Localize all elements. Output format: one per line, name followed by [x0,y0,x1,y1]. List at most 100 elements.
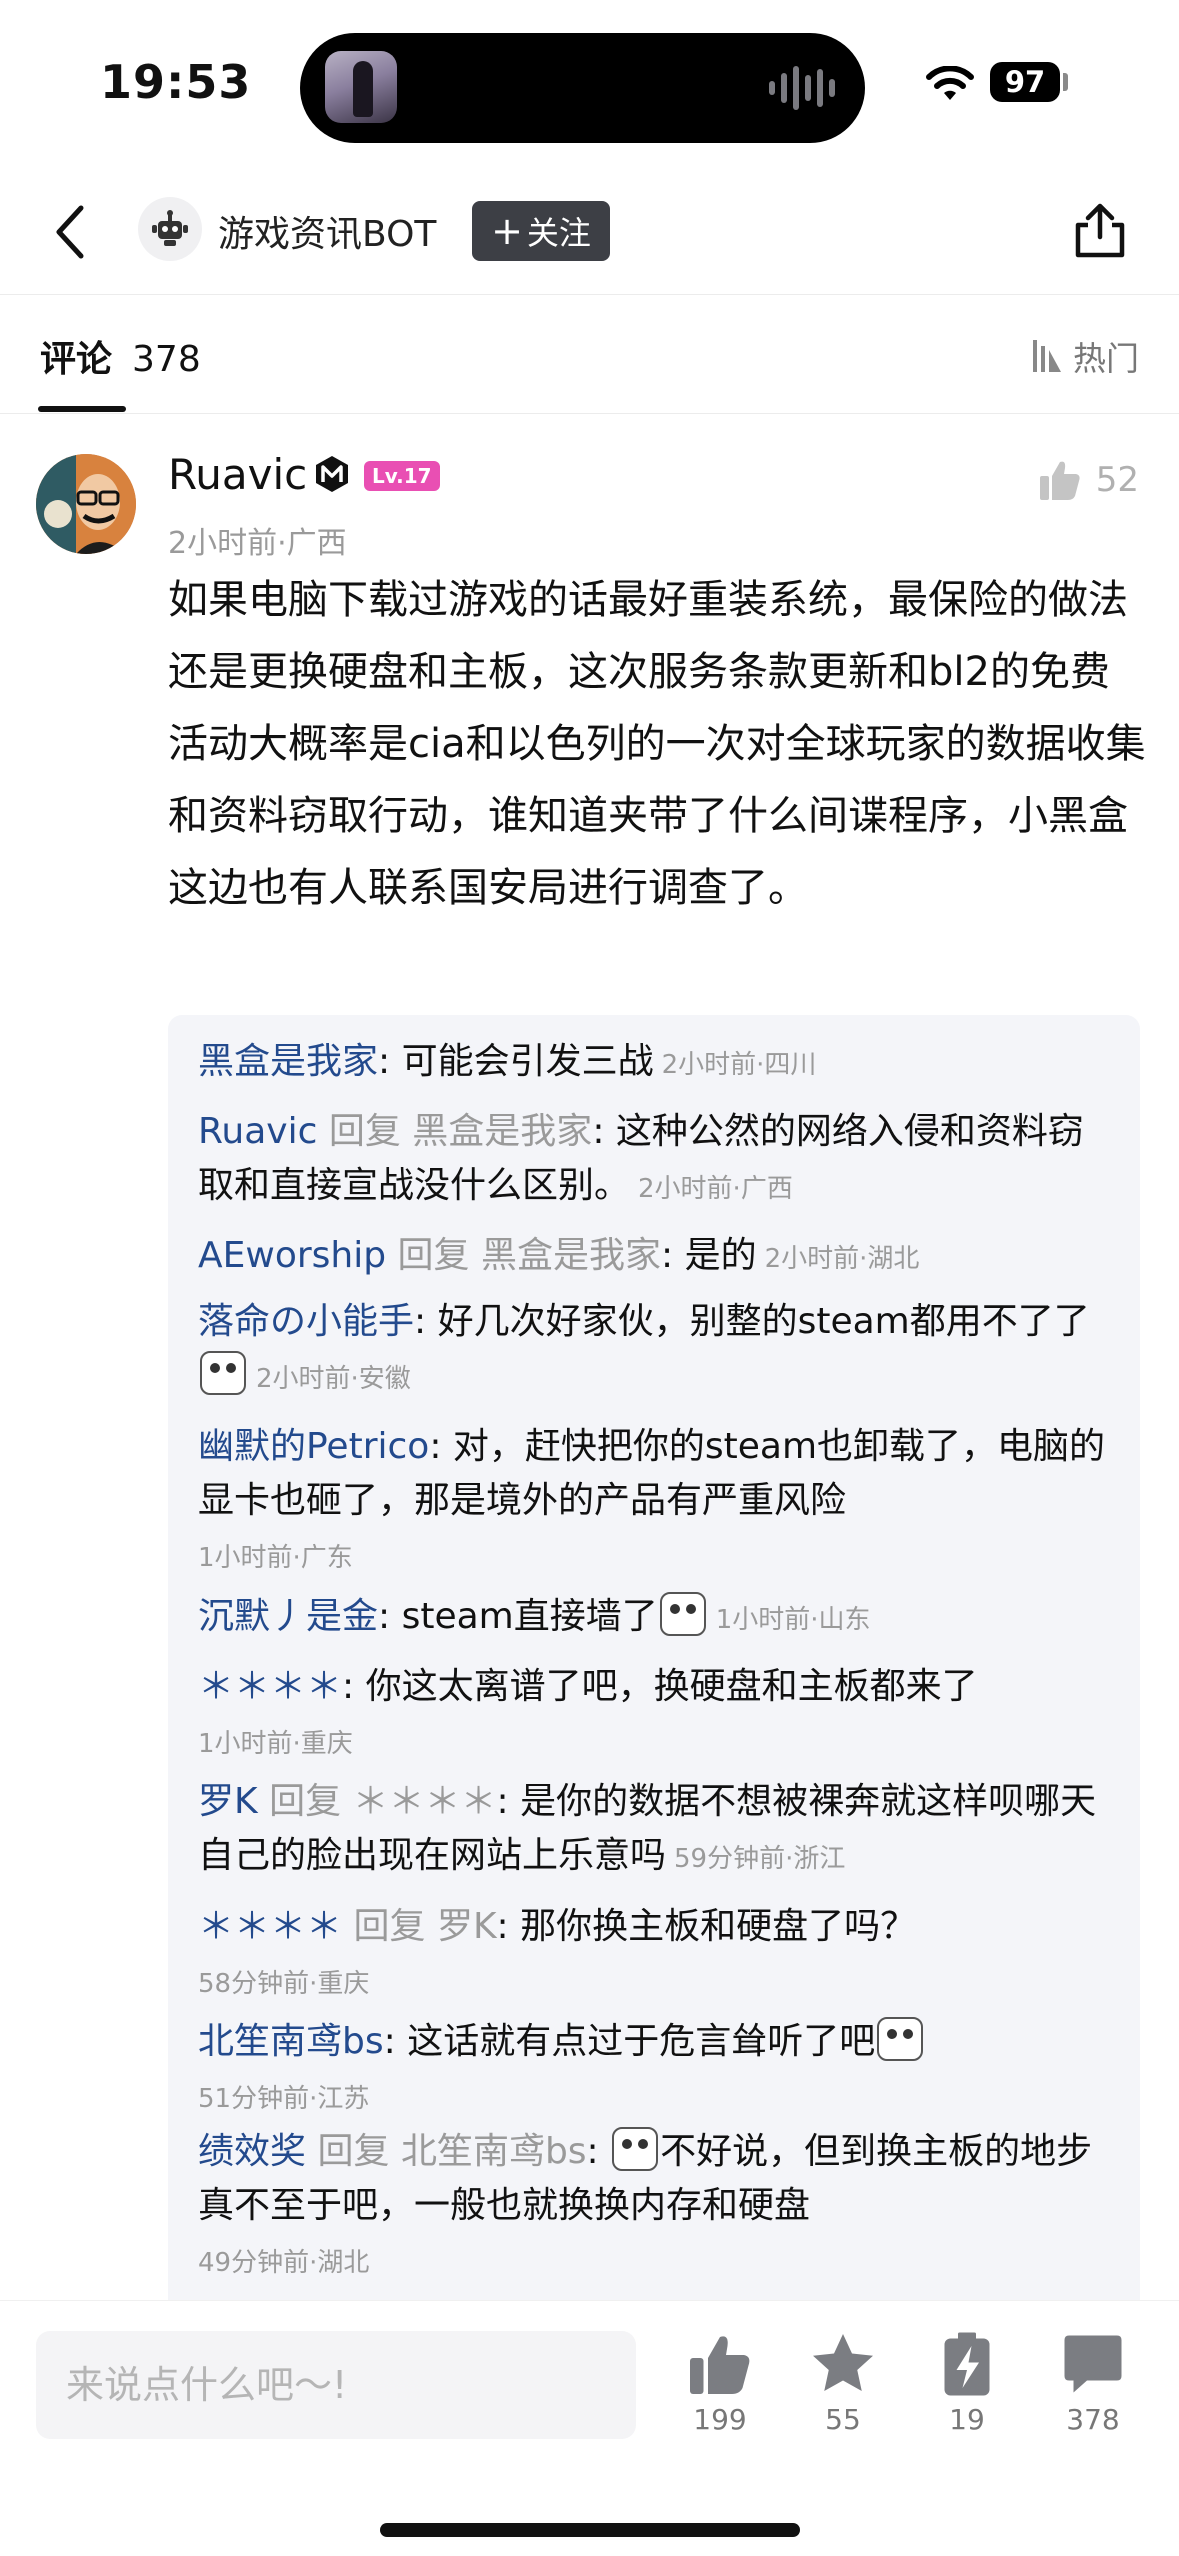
reply-time: 1小时前·山东 [715,1605,871,1635]
share-button[interactable] [1065,195,1135,265]
follow-label: 关注 [526,214,591,252]
reply-item[interactable]: ＊＊＊＊ 回复 罗K: 那你换主板和硬盘了吗？ 58分钟前·重庆 [198,1900,1118,2011]
reply-item[interactable]: 罗K 回复 ＊＊＊＊: 是你的数据不想被裸奔就这样呗哪天自己的脸出现在网站上乐意… [198,1775,1118,1886]
tab-comments[interactable]: 评论 378 [40,330,201,382]
verified-badge-icon [316,456,348,492]
reply-word: 回复 [269,1781,342,1822]
reply-word: 回复 [397,1235,470,1276]
reply-word: 回复 [317,2131,390,2172]
star-icon [813,2334,873,2391]
reply-username[interactable]: 沉默丿是金 [198,1596,378,1637]
reply-item[interactable]: AEworship 回复 黑盒是我家: 是的 2小时前·湖北 [198,1229,1118,1286]
reply-list: 黑盒是我家: 可能会引发三战 2小时前·四川 Ruavic 回复 黑盒是我家: 这… [168,1015,1140,2320]
reply-time: 59分钟前·浙江 [674,1844,846,1874]
reply-text: 是的 [684,1235,757,1276]
bot-avatar[interactable] [138,197,202,261]
reply-item[interactable]: 落命の小能手: 好几次好家伙，别整的steam都用不了了2小时前·安徽 [198,1295,1118,1406]
reply-username[interactable]: 黑盒是我家 [198,1041,378,1082]
comment-input[interactable] [36,2331,636,2439]
reply-target[interactable]: 罗K [437,1906,497,1947]
reply-username[interactable]: 北笙南鸢bs [198,2021,384,2062]
reply-text: steam直接墙了 [401,1596,658,1637]
reply-target[interactable]: 黑盒是我家 [481,1235,661,1276]
reply-time: 49分钟前·湖北 [198,2248,370,2278]
emoji-sticker-icon [612,2127,659,2171]
comment-like-button[interactable]: 52 [1038,458,1139,502]
emoji-sticker-icon [877,2017,924,2061]
dynamic-island[interactable] [300,33,865,143]
reply-username[interactable]: ＊＊＊＊ [198,1906,342,1947]
comment-like-count: 52 [1095,460,1139,500]
thumbs-up-icon [1039,461,1080,500]
reply-item[interactable]: Ruavic 回复 黑盒是我家: 这种公然的网络入侵和资料窃取和直接宣战没什么区… [198,1105,1118,1216]
comment-meta: 2小时前·广西 [168,526,347,561]
sort-label: 热门 [1073,339,1139,378]
favorite-button[interactable]: 55 [788,2331,898,2436]
reply-target[interactable]: 黑盒是我家 [412,1111,592,1152]
reply-time: 2小时前·安徽 [256,1364,411,1394]
reply-username[interactable]: Ruavic [198,1111,317,1152]
top-nav: 游戏资讯BOT + 关注 [0,175,1179,295]
status-bar: 19:53 97 [0,0,1179,175]
reply-username[interactable]: 幽默的Petrico [198,1426,429,1467]
comment-text: 如果电脑下载过游戏的话最好重装系统，最保险的做法还是更换硬盘和主板，这次服务条款… [168,577,1146,911]
tab-comments-count: 378 [132,339,201,380]
channel-title[interactable]: 游戏资讯BOT [218,205,436,257]
reply-item[interactable]: ＊＊＊＊: 你这太离谱了吧，换硬盘和主板都来了 1小时前·重庆 [198,1660,1118,1771]
comment-tabs: 评论 378 热门 [0,296,1179,414]
chevron-left-icon [56,205,84,259]
wifi-icon [926,66,974,100]
reply-word: 回复 [328,1111,401,1152]
plus-icon: + [491,209,523,253]
tab-comments-label: 评论 [40,339,113,380]
comments-count: 378 [1066,2403,1120,2436]
like-count: 199 [693,2403,747,2436]
reply-time: 1小时前·广东 [198,1543,353,1573]
reply-item[interactable]: 黑盒是我家: 可能会引发三战 2小时前·四川 [198,1035,1118,1092]
reply-target[interactable]: 北笙南鸢bs [401,2131,587,2172]
home-indicator[interactable] [380,2523,800,2537]
audio-waveform-icon [769,65,835,111]
battery-tip [1063,73,1068,91]
follow-button[interactable]: + 关注 [472,201,610,261]
tab-active-indicator [38,406,126,412]
sort-icon [1033,340,1061,372]
reply-time: 51分钟前·江苏 [198,2084,370,2114]
reply-text: 你这太离谱了吧，换硬盘和主板都来了 [365,1666,978,1707]
reply-item[interactable]: 幽默的Petrico: 对，赶快把你的steam也卸载了，电脑的显卡也砸了，那是… [198,1420,1118,1585]
emoji-sticker-icon [659,1592,706,1636]
reply-username[interactable]: ＊＊＊＊ [198,1666,342,1707]
sort-button[interactable]: 热门 [1027,332,1139,380]
battery-bolt-icon [944,2332,990,2396]
reply-username[interactable]: 罗K [198,1781,258,1822]
reply-item[interactable]: 沉默丿是金: steam直接墙了 1小时前·山东 [198,1590,1118,1647]
reply-username[interactable]: 落命の小能手 [198,1301,414,1342]
reply-text: 那你换主板和硬盘了吗？ [520,1906,917,1947]
level-badge: Lv.17 [364,461,440,491]
charge-button[interactable]: 19 [912,2331,1022,2436]
comment-username[interactable]: Ruavic [168,450,307,499]
favorite-count: 55 [825,2403,861,2436]
reply-time: 1小时前·重庆 [198,1729,353,1759]
reply-item[interactable]: 绩效奖 回复 北笙南鸢bs: 不好说，但到换主板的地步真不至于吧，一般也就换换内… [198,2125,1118,2290]
avatar[interactable] [36,454,136,554]
reply-text: 可能会引发三战 [401,1041,654,1082]
robot-icon [152,210,188,246]
reply-username[interactable]: AEworship [198,1235,386,1276]
battery-indicator: 97 [990,62,1060,102]
back-button[interactable] [40,197,100,267]
reply-username[interactable]: 绩效奖 [198,2131,306,2172]
share-icon [1075,203,1125,258]
thumbs-up-icon [690,2336,750,2394]
charge-count: 19 [949,2403,985,2436]
reply-word: 回复 [353,1906,426,1947]
bottom-action-bar: 199 55 19 378 [0,2300,1179,2556]
emoji-sticker-icon [200,1351,246,1395]
comments-button[interactable]: 378 [1038,2331,1148,2436]
reply-text: 这话就有点过于危言耸听了吧 [407,2021,876,2062]
reply-target[interactable]: ＊＊＊＊ [353,1781,497,1822]
like-button[interactable]: 199 [665,2331,775,2436]
comment-bubble-icon [1064,2335,1122,2393]
reply-item[interactable]: 北笙南鸢bs: 这话就有点过于危言耸听了吧 51分钟前·江苏 [198,2015,1118,2126]
status-time: 19:53 [100,55,252,109]
